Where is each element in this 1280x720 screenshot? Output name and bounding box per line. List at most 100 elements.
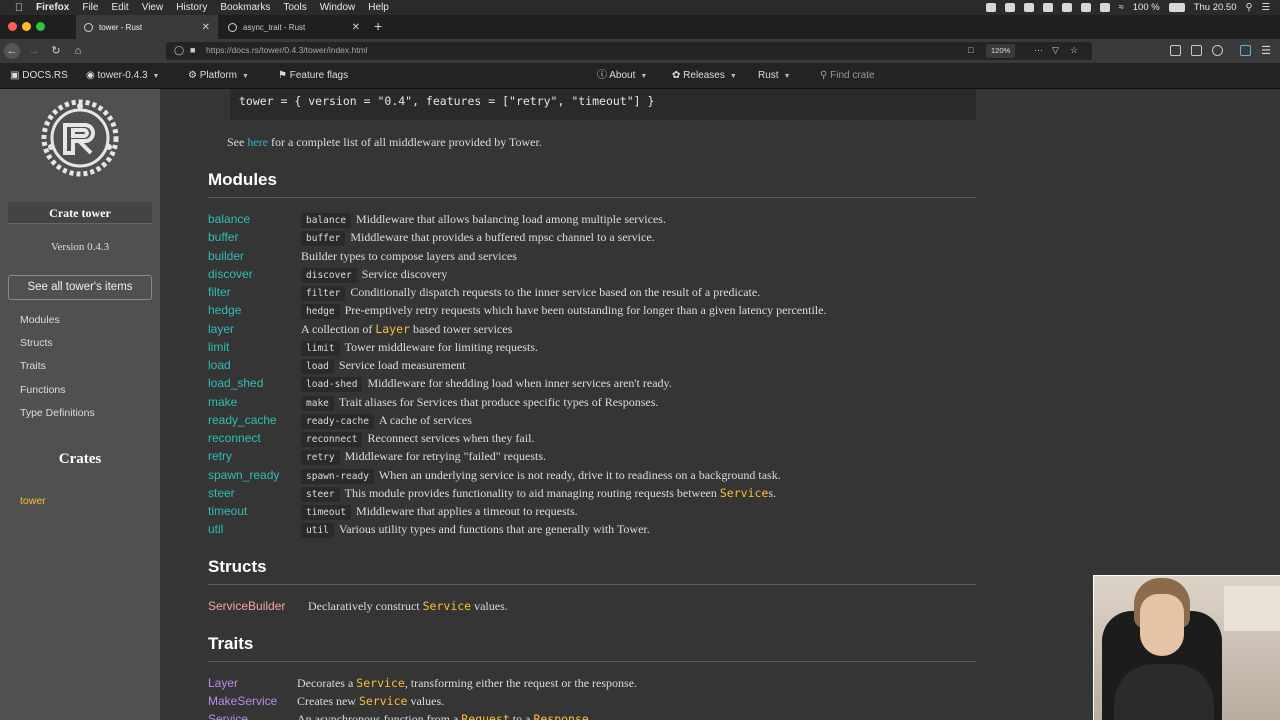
sidebar-link-traits[interactable]: Traits [20,360,46,372]
module-link-reconnect[interactable]: reconnect [208,431,261,445]
menu-window[interactable]: Window [320,2,356,13]
crate-menu[interactable]: ◉ tower-0.4.3 ▼ [86,63,159,89]
find-crate-search[interactable]: ⚲ Find crate [820,63,875,89]
module-link-load-shed[interactable]: load_shed [208,376,263,390]
status-icon[interactable] [1061,3,1072,12]
status-icon[interactable] [1023,3,1034,12]
module-link-limit[interactable]: limit [208,340,229,354]
new-tab-icon[interactable]: + [374,18,382,34]
about-menu[interactable]: ⓘ About ▼ [597,63,647,89]
menu-file[interactable]: File [82,2,98,13]
close-tab-icon[interactable]: ✕ [352,22,360,33]
cloud-icon[interactable] [985,3,996,12]
code-link[interactable]: Response [533,712,588,720]
wifi-icon[interactable]: ≈ [1119,2,1124,13]
module-desc: steer This module provides functionality … [301,486,777,502]
library-icon[interactable] [1170,45,1181,56]
url-text[interactable]: https://docs.rs/tower/0.4.3/tower/index.… [206,45,368,55]
crate-link-tower[interactable]: tower [20,495,46,507]
menu-tools[interactable]: Tools [283,2,306,13]
zoom-window-button[interactable] [36,22,45,31]
trait-link-layer[interactable]: Layer [208,676,238,690]
trait-link-makeservice[interactable]: MakeService [208,694,277,708]
rust-menu[interactable]: Rust ▼ [758,63,791,89]
desc-text: A collection of [301,322,376,336]
releases-menu[interactable]: ✿ Releases ▼ [672,63,737,89]
minimize-window-button[interactable] [22,22,31,31]
docsrs-logo[interactable]: ▣ DOCS.RS [10,63,68,89]
code-link[interactable]: Service [423,599,471,613]
menu-bookmarks[interactable]: Bookmarks [220,2,270,13]
module-link-make[interactable]: make [208,395,237,409]
code-link[interactable]: Service [359,694,407,708]
menu-history[interactable]: History [176,2,207,13]
module-link-retry[interactable]: retry [208,449,232,463]
extension-icon[interactable] [1240,45,1251,56]
module-link-load[interactable]: load [208,358,231,372]
module-link-util[interactable]: util [208,522,223,536]
code-link[interactable]: Layer [375,322,410,336]
status-icon[interactable] [1099,3,1110,12]
module-link-steer[interactable]: steer [208,486,235,500]
bookmark-star-icon[interactable]: ☆ [1070,45,1078,56]
shield-icon[interactable]: ◯ [174,45,184,56]
feature-flags-link[interactable]: ⚑ Feature flags [278,63,348,89]
all-items-button[interactable]: See all tower's items [8,275,152,300]
platform-menu[interactable]: ⚙ Platform ▼ [188,63,249,89]
apple-icon[interactable]:  [12,2,26,14]
module-link-builder[interactable]: builder [208,249,244,263]
hamburger-menu-icon[interactable]: ☰ [1258,43,1274,59]
home-icon[interactable]: ⌂ [70,43,86,59]
status-icon[interactable] [1080,3,1091,12]
desc-text: Builder types to compose layers and serv… [301,249,517,263]
tab-async-trait[interactable]: async_trait - Rust ✕ [220,15,368,39]
reader-view-icon[interactable]: □ [968,45,973,55]
sidebar-link-modules[interactable]: Modules [20,314,60,326]
tab-tower[interactable]: tower - Rust ✕ [76,15,218,39]
account-icon[interactable] [1212,45,1223,56]
rust-logo-icon[interactable] [39,97,121,179]
status-icon[interactable] [1042,3,1053,12]
webcam-overlay [1093,575,1280,720]
module-link-buffer[interactable]: buffer [208,230,238,244]
clock[interactable]: Thu 20.50 [1194,2,1237,13]
sidebar-link-type-definitions[interactable]: Type Definitions [20,407,95,419]
module-link-discover[interactable]: discover [208,267,253,281]
zoom-level[interactable]: 120% [986,44,1016,58]
lock-icon[interactable]: ■ [190,45,195,55]
module-link-filter[interactable]: filter [208,285,231,299]
search-icon[interactable]: ⚲ [1246,2,1253,13]
module-link-timeout[interactable]: timeout [208,504,247,518]
desc-text: s. [768,486,777,500]
module-link-ready-cache[interactable]: ready_cache [208,413,277,427]
sidebar-toggle-icon[interactable] [1191,45,1202,56]
menu-icon[interactable]: ☰ [1261,2,1270,13]
menu-help[interactable]: Help [368,2,389,13]
pocket-icon[interactable]: ▽ [1052,45,1059,56]
reload-icon[interactable]: ↻ [48,43,64,59]
battery-icon[interactable] [1168,3,1185,12]
trait-link-service[interactable]: Service [208,712,248,720]
menu-view[interactable]: View [142,2,164,13]
close-window-button[interactable] [8,22,17,31]
menu-edit[interactable]: Edit [111,2,128,13]
crate-title: Crate tower [8,202,152,224]
struct-link-servicebuilder[interactable]: ServiceBuilder [208,599,285,613]
module-link-spawn-ready[interactable]: spawn_ready [208,468,279,482]
module-link-hedge[interactable]: hedge [208,303,241,317]
menu-app-name[interactable]: Firefox [36,2,69,13]
back-arrow-icon[interactable]: ← [4,43,20,59]
module-link-balance[interactable]: balance [208,212,250,226]
close-tab-icon[interactable]: ✕ [202,22,210,33]
code-link[interactable]: Request [461,712,509,720]
url-bar[interactable]: ◯ ■ https://docs.rs/tower/0.4.3/tower/in… [166,42,1092,60]
module-link-layer[interactable]: layer [208,322,234,336]
here-link[interactable]: here [247,135,268,149]
sidebar-link-structs[interactable]: Structs [20,337,53,349]
code-link[interactable]: Service [720,486,768,500]
sidebar-link-functions[interactable]: Functions [20,384,66,396]
forward-arrow-icon[interactable]: → [26,43,42,59]
status-icon[interactable] [1004,3,1015,12]
code-link[interactable]: Service [356,676,404,690]
page-actions-icon[interactable]: ⋯ [1034,45,1043,56]
